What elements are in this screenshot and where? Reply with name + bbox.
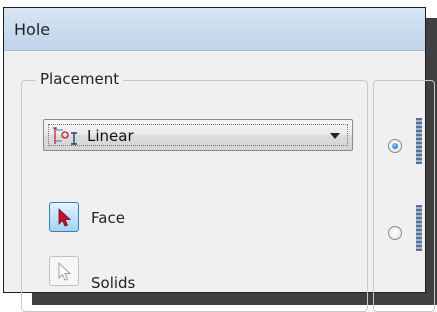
option-image-1 xyxy=(416,118,422,164)
placement-type-value: Linear xyxy=(87,127,134,145)
radio-selected-indicator xyxy=(392,143,398,149)
arrow-select-icon xyxy=(58,261,72,281)
placement-group-label: Placement xyxy=(36,70,124,88)
window-title: Hole xyxy=(14,20,51,39)
arrow-select-icon xyxy=(58,208,71,227)
chevron-down-icon[interactable] xyxy=(330,133,340,139)
title-bar[interactable]: Hole xyxy=(4,8,425,51)
placement-type-select[interactable]: Linear xyxy=(43,119,353,151)
solids-label: Solids xyxy=(91,274,136,292)
face-select-button[interactable] xyxy=(49,202,79,232)
option-image-2 xyxy=(416,205,422,251)
option-radio-1[interactable] xyxy=(388,139,402,153)
option-radio-2[interactable] xyxy=(388,226,402,240)
face-label: Face xyxy=(91,209,125,227)
linear-placement-icon xyxy=(53,127,77,145)
options-group xyxy=(373,80,435,312)
solids-select-button[interactable] xyxy=(49,256,79,286)
